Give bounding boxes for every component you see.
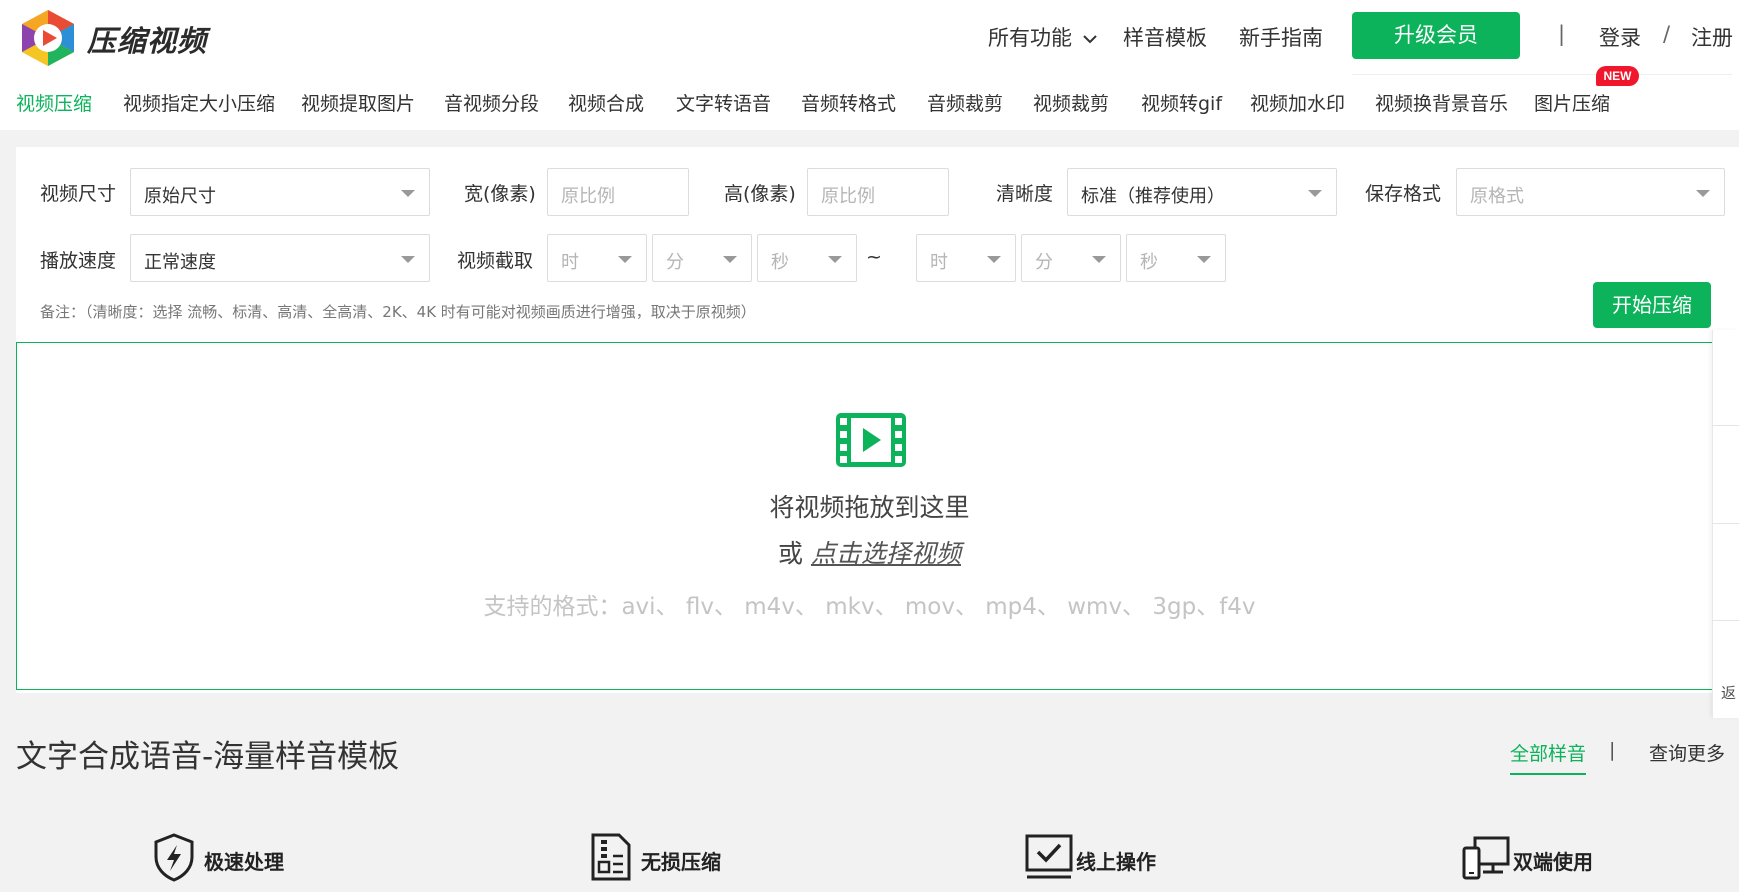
clip-end-sec-select[interactable]: 秒: [1126, 234, 1226, 282]
drop-instruction: 将视频拖放到这里: [769, 493, 970, 522]
nav-voice-templates[interactable]: 样音模板: [1123, 22, 1207, 52]
format-select[interactable]: 原格式: [1456, 168, 1725, 216]
start-compress-button[interactable]: 开始压缩: [1593, 282, 1711, 328]
format-placeholder: 原格式: [1470, 186, 1524, 207]
tab-audio-convert[interactable]: 音频转格式: [801, 89, 896, 116]
caret-down-icon: [1092, 256, 1106, 263]
video-film-icon: [836, 413, 906, 467]
section-title: 文字合成语音-海量样音模板: [16, 739, 400, 775]
feature-fast-label: 极速处理: [204, 850, 284, 874]
section-tab-divider: |: [1609, 739, 1616, 761]
logo-icon[interactable]: [16, 8, 80, 68]
header-divider-line: [1352, 74, 1732, 75]
tab-av-split[interactable]: 音视频分段: [444, 89, 539, 116]
nav-all-features-label: 所有功能: [988, 26, 1072, 50]
clarity-label: 清晰度: [996, 183, 1054, 205]
tab-video-size-compress[interactable]: 视频指定大小压缩: [123, 89, 275, 116]
video-size-select[interactable]: 原始尺寸: [130, 168, 430, 216]
nav-divider: |: [1558, 22, 1566, 46]
clarity-note: 备注：（清晰度：选择 流畅、标清、高清、全高清、2K、4K 时有可能对视频画质进…: [40, 303, 756, 321]
nav-all-features[interactable]: 所有功能: [988, 22, 1097, 52]
chevron-down-icon: [1082, 35, 1097, 44]
back-to-top-text[interactable]: 返: [1721, 682, 1736, 703]
tab-video-crop[interactable]: 视频裁剪: [1033, 89, 1109, 116]
tab-image-compress[interactable]: 图片压缩: [1534, 89, 1610, 116]
clip-label: 视频截取: [457, 250, 534, 272]
tab-video-to-gif[interactable]: 视频转gif: [1141, 89, 1222, 116]
drop-or-text: 或: [778, 539, 804, 568]
clip-start-min-select[interactable]: 分: [652, 234, 752, 282]
rail-divider: [1713, 425, 1739, 426]
speed-value: 正常速度: [144, 252, 216, 273]
video-size-value: 原始尺寸: [144, 186, 216, 207]
video-size-label: 视频尺寸: [40, 183, 117, 205]
shield-bolt-icon: [154, 833, 194, 882]
speed-select[interactable]: 正常速度: [130, 234, 430, 282]
caret-down-icon: [1197, 256, 1211, 263]
clip-end-min-select[interactable]: 分: [1021, 234, 1121, 282]
clip-end-sec: 秒: [1140, 252, 1158, 273]
clip-start-sec-select[interactable]: 秒: [757, 234, 857, 282]
nav-beginner-guide[interactable]: 新手指南: [1239, 22, 1323, 52]
caret-down-icon: [618, 256, 632, 263]
login-link[interactable]: 登录: [1599, 22, 1641, 52]
clip-end-hour: 时: [930, 252, 948, 273]
tab-text-to-speech[interactable]: 文字转语音: [676, 89, 771, 116]
monitor-check-icon: [1025, 834, 1073, 879]
tab-video-extract-image[interactable]: 视频提取图片: [301, 89, 415, 116]
clarity-value: 标准（推荐使用）: [1081, 186, 1225, 207]
caret-down-icon: [401, 256, 415, 263]
brand-title[interactable]: 压缩视频: [87, 18, 207, 60]
select-video-link[interactable]: 点击选择视频: [811, 539, 961, 568]
feature-lossless-label: 无损压缩: [641, 850, 721, 874]
tab-video-bg-music[interactable]: 视频换背景音乐: [1375, 89, 1508, 116]
caret-down-icon: [401, 190, 415, 197]
caret-down-icon: [828, 256, 842, 263]
register-link[interactable]: 注册: [1691, 22, 1733, 52]
drop-or-line: 或 点击选择视频: [0, 534, 1739, 570]
format-label: 保存格式: [1365, 183, 1442, 205]
clip-start-hour-select[interactable]: 时: [547, 234, 647, 282]
tab-video-merge[interactable]: 视频合成: [568, 89, 644, 116]
nav-slash: /: [1663, 22, 1671, 46]
upgrade-button[interactable]: 升级会员: [1352, 12, 1520, 59]
clip-start-sec: 秒: [771, 252, 789, 273]
clip-end-hour-select[interactable]: 时: [916, 234, 1016, 282]
tab-query-more[interactable]: 查询更多: [1649, 739, 1725, 766]
caret-down-icon: [1696, 190, 1710, 197]
feature-dual-device-label: 双端使用: [1513, 850, 1593, 874]
zip-file-icon: [591, 833, 631, 881]
height-placeholder: 原比例: [821, 186, 875, 207]
width-label: 宽(像素): [464, 183, 536, 205]
site-header: 压缩视频 所有功能 样音模板 新手指南 升级会员 | 登录 / 注册 视频压缩 …: [0, 0, 1739, 130]
clarity-select[interactable]: 标准（推荐使用）: [1067, 168, 1337, 216]
clip-start-min: 分: [666, 252, 684, 273]
floating-side-rail[interactable]: 返: [1712, 330, 1739, 718]
rail-divider: [1713, 523, 1739, 524]
tab-audio-trim[interactable]: 音频裁剪: [927, 89, 1003, 116]
width-placeholder: 原比例: [561, 186, 615, 207]
caret-down-icon: [987, 256, 1001, 263]
height-input[interactable]: 原比例: [807, 168, 949, 216]
clip-end-min: 分: [1035, 252, 1053, 273]
speed-label: 播放速度: [40, 250, 117, 272]
new-badge: NEW: [1596, 66, 1639, 86]
tab-video-compress[interactable]: 视频压缩: [16, 89, 92, 116]
tab-video-watermark[interactable]: 视频加水印: [1250, 89, 1345, 116]
height-label: 高(像素): [724, 183, 796, 205]
caret-down-icon: [1308, 190, 1322, 197]
feature-online-label: 线上操作: [1076, 850, 1156, 874]
phone-desktop-icon: [1462, 836, 1510, 880]
rail-divider: [1713, 620, 1739, 621]
tab-all-voices[interactable]: 全部样音: [1510, 739, 1587, 775]
supported-formats: 支持的格式：avi、 flv、 m4v、 mkv、 mov、 mp4、 wmv、…: [483, 594, 1256, 620]
clip-start-hour: 时: [561, 252, 579, 273]
caret-down-icon: [723, 256, 737, 263]
width-input[interactable]: 原比例: [547, 168, 689, 216]
clip-range-tilde: ~: [866, 246, 882, 268]
